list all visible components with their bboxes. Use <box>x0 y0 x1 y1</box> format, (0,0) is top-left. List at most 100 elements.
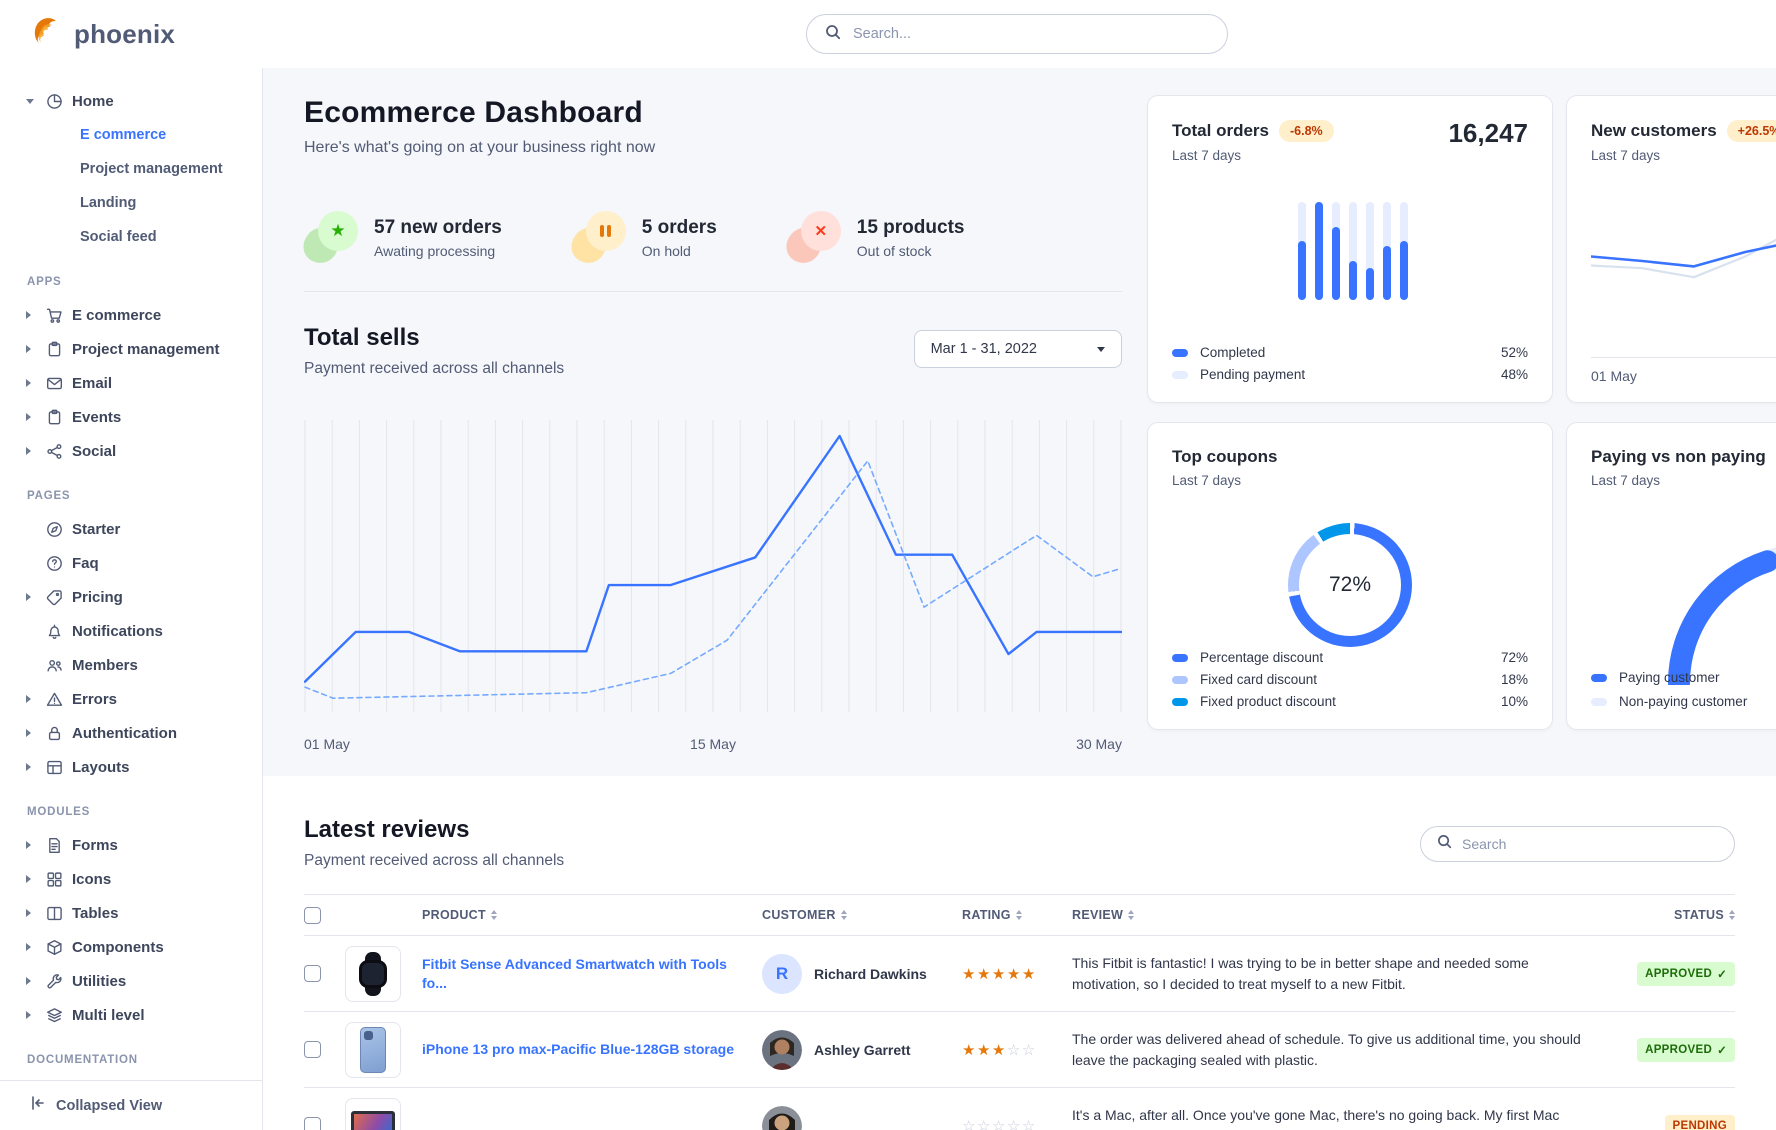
quick-stats: ★ 57 new orders Awating processing 5 ord… <box>304 211 1122 292</box>
column-header-status[interactable]: STATUS <box>1674 908 1735 922</box>
brand-logo[interactable]: phoenix <box>0 15 175 54</box>
status-badge: PENDING <box>1665 1115 1736 1130</box>
review-text: It's a Mac, after all. Once you've gone … <box>1072 1105 1612 1130</box>
caret-right-icon <box>26 593 36 601</box>
pie-chart-icon <box>45 92 63 110</box>
product-image-macbook[interactable] <box>345 1098 401 1130</box>
cart-icon <box>45 306 63 324</box>
x-tick-label: 01 May <box>304 736 350 752</box>
collapse-arrow-icon <box>30 1095 46 1116</box>
stat-new-orders: ★ 57 new orders Awating processing <box>304 211 502 265</box>
users-icon <box>45 656 63 674</box>
select-all-checkbox[interactable] <box>304 907 321 924</box>
sidebar-item-forms[interactable]: Forms <box>0 828 262 862</box>
table-row: ☆☆☆☆☆ It's a Mac, after all. Once you've… <box>304 1088 1735 1130</box>
legend-item: Non-paying customer <box>1591 694 1776 709</box>
total-sells-subtitle: Payment received across all channels <box>304 360 564 378</box>
reviews-search[interactable] <box>1420 826 1735 862</box>
stat-value: 57 new orders <box>374 217 502 239</box>
avatar[interactable] <box>762 1030 802 1070</box>
sidebar-item-email[interactable]: Email <box>0 366 262 400</box>
sidebar-item-starter[interactable]: Starter <box>0 512 262 546</box>
card-title: Top coupons <box>1172 447 1277 467</box>
status-badge: APPROVED✓ <box>1637 962 1735 986</box>
collapsed-view-label: Collapsed View <box>56 1098 162 1114</box>
stat-caption: Awating processing <box>374 243 502 259</box>
sidebar-item-tables[interactable]: Tables <box>0 896 262 930</box>
table-header-row: PRODUCT CUSTOMER RATING REVIEW STATUS <box>304 894 1735 936</box>
global-search[interactable] <box>806 14 1228 54</box>
caret-right-icon <box>26 909 36 917</box>
sidebar-item-multi-level[interactable]: Multi level <box>0 998 262 1032</box>
sidebar-item-landing[interactable]: Landing <box>0 186 262 220</box>
product-image-iphone[interactable] <box>345 1022 401 1078</box>
trend-badge: +26.5% <box>1727 120 1776 142</box>
card-title: New customers <box>1591 121 1717 141</box>
share-icon <box>45 442 63 460</box>
reviews-search-input[interactable] <box>1462 836 1718 852</box>
caret-right-icon <box>26 345 36 353</box>
column-header-product[interactable]: PRODUCT <box>422 908 762 922</box>
sidebar-item-members[interactable]: Members <box>0 648 262 682</box>
page-subtitle: Here's what's going on at your business … <box>304 139 1122 157</box>
sidebar-item-e-commerce[interactable]: E commerce <box>0 298 262 332</box>
column-header-customer[interactable]: CUSTOMER <box>762 908 962 922</box>
orders-bar-chart <box>1298 202 1408 300</box>
sidebar-item-project-management[interactable]: Project management <box>0 152 262 186</box>
sidebar-item-project-management[interactable]: Project management <box>0 332 262 366</box>
sidebar-item-layouts[interactable]: Layouts <box>0 750 262 784</box>
sidebar-item-e-commerce[interactable]: E commerce <box>0 118 262 152</box>
sidebar-item-notifications[interactable]: Notifications <box>0 614 262 648</box>
column-header-review[interactable]: REVIEW <box>1072 908 1612 922</box>
total-sells-title: Total sells <box>304 324 564 352</box>
section-label-apps: APPS <box>0 254 262 298</box>
x-icon: ✕ <box>787 211 841 265</box>
caret-right-icon <box>26 695 36 703</box>
stat-caption: On hold <box>642 243 717 259</box>
product-link[interactable]: Fitbit Sense Advanced Smartwatch with To… <box>422 955 762 993</box>
latest-reviews-section: Latest reviews Payment received across a… <box>263 776 1776 1130</box>
warning-icon <box>45 690 63 708</box>
avatar[interactable]: R <box>762 954 802 994</box>
card-title: Total orders <box>1172 121 1269 141</box>
row-checkbox[interactable] <box>304 965 321 982</box>
caret-right-icon <box>26 943 36 951</box>
column-header-rating[interactable]: RATING <box>962 908 1072 922</box>
sidebar-item-home[interactable]: Home <box>0 84 262 118</box>
rating-stars: ★★★☆☆ <box>962 1041 1072 1059</box>
sidebar-item-components[interactable]: Components <box>0 930 262 964</box>
sidebar-item-utilities[interactable]: Utilities <box>0 964 262 998</box>
sort-icon <box>1128 910 1134 920</box>
caret-right-icon <box>26 729 36 737</box>
date-range-select[interactable]: Mar 1 - 31, 2022 <box>914 330 1122 368</box>
clipboard-icon <box>45 408 63 426</box>
dashboard-hero: Ecommerce Dashboard Here's what's going … <box>263 68 1776 776</box>
collapsed-view-toggle[interactable]: Collapsed View <box>0 1080 262 1130</box>
search-input[interactable] <box>853 26 1209 42</box>
sidebar-item-icons[interactable]: Icons <box>0 862 262 896</box>
sidebar-item-faq[interactable]: Faq <box>0 546 262 580</box>
row-checkbox[interactable] <box>304 1117 321 1130</box>
avatar[interactable] <box>762 1106 802 1130</box>
sidebar-item-authentication[interactable]: Authentication <box>0 716 262 750</box>
paying-vs-nonpaying-card: Paying vs non paying Last 7 days Paying … <box>1567 423 1776 729</box>
sidebar-item-social[interactable]: Social <box>0 434 262 468</box>
row-checkbox[interactable] <box>304 1041 321 1058</box>
x-tick-label: 30 May <box>1076 736 1122 752</box>
total-sells-chart: 01 May 15 May 30 May <box>304 420 1122 752</box>
total-orders-value: 16,247 <box>1448 118 1528 149</box>
sidebar-item-social-feed[interactable]: Social feed <box>0 220 262 254</box>
product-image-smartwatch[interactable] <box>345 946 401 1002</box>
chevron-down-icon <box>1097 347 1105 352</box>
check-icon: ✓ <box>1717 1043 1727 1057</box>
layout-icon <box>45 758 63 776</box>
sidebar-item-pricing[interactable]: Pricing <box>0 580 262 614</box>
sidebar-item-errors[interactable]: Errors <box>0 682 262 716</box>
legend-item: Pending payment 48% <box>1172 367 1528 382</box>
main-content: Ecommerce Dashboard Here's what's going … <box>263 68 1776 1130</box>
sidebar-item-events[interactable]: Events <box>0 400 262 434</box>
card-period: Last 7 days <box>1591 148 1776 163</box>
product-link[interactable]: iPhone 13 pro max-Pacific Blue-128GB sto… <box>422 1040 762 1059</box>
top-coupons-card: Top coupons Last 7 days 72% Percentage d… <box>1148 423 1552 729</box>
customer-name: Ashley Garrett <box>814 1042 910 1058</box>
